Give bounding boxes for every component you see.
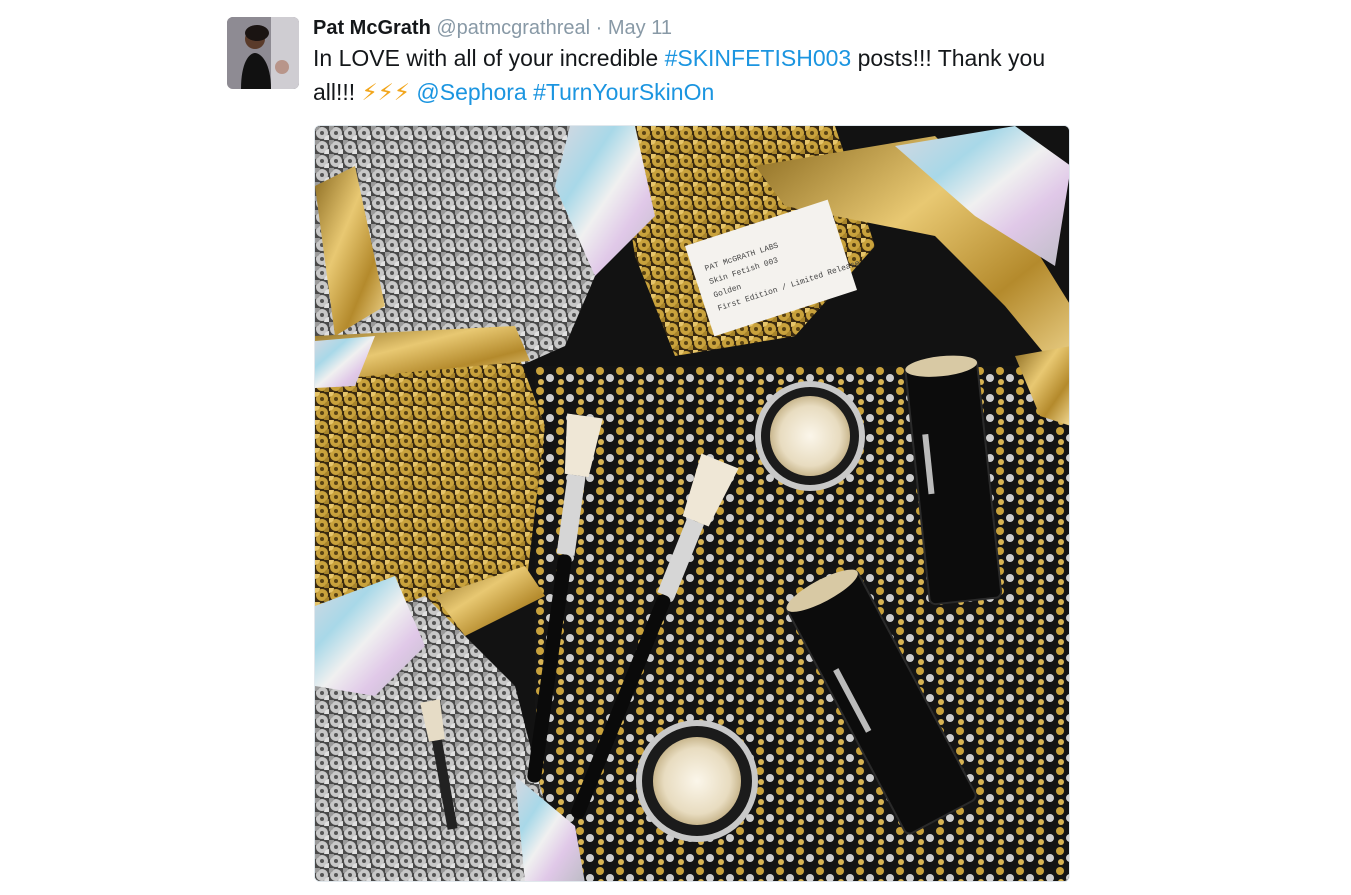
lightning-bolt-icon: ⚡⚡⚡ <box>361 79 411 105</box>
mention-link[interactable]: @Sephora <box>416 79 526 105</box>
tweet-text-part: In LOVE with all of your incredible <box>313 45 665 71</box>
hashtag-link[interactable]: #SKINFETISH003 <box>665 45 852 71</box>
tweet-header: Pat McGrath @patmcgrathreal · May 11 <box>313 16 672 40</box>
profile-photo-icon <box>227 17 299 89</box>
header-separator: · <box>595 17 603 39</box>
photo-content: PAT McGRATH LABS Skin Fetish 003 Golden … <box>315 126 1069 881</box>
author-name[interactable]: Pat McGrath <box>313 17 431 39</box>
tweet: Pat McGrath @patmcgrathreal · May 11 In … <box>0 0 1351 895</box>
author-handle[interactable]: @patmcgrathreal <box>436 17 590 39</box>
tweet-text: In LOVE with all of your incredible #SKI… <box>313 41 1073 109</box>
tweet-photo[interactable]: PAT McGRATH LABS Skin Fetish 003 Golden … <box>314 125 1070 882</box>
tweet-date[interactable]: May 11 <box>608 17 672 39</box>
hashtag-link[interactable]: #TurnYourSkinOn <box>533 79 714 105</box>
avatar[interactable] <box>227 17 299 89</box>
